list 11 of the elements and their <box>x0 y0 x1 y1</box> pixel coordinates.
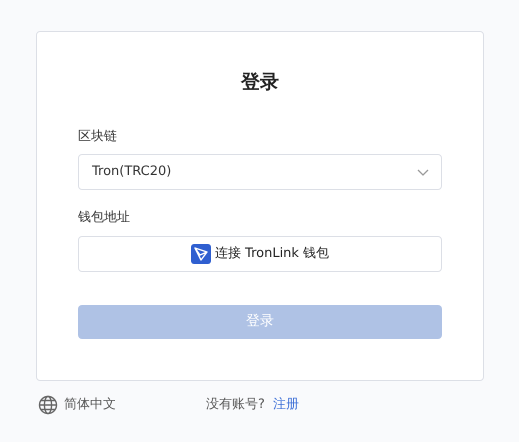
wallet-label: 钱包地址 <box>78 209 130 227</box>
chevron-down-icon <box>417 168 429 176</box>
globe-icon <box>38 394 58 414</box>
chain-select[interactable]: Tron(TRC20) <box>78 154 442 190</box>
wallet-logo-icon <box>190 244 211 264</box>
connect-wallet-button[interactable]: 连接 TronLink 钱包 <box>78 236 442 272</box>
register-link[interactable]: 注册 <box>272 394 299 414</box>
language-selector[interactable]: 简体中文 <box>64 394 116 414</box>
signup-prompt: 没有账号? <box>206 396 265 414</box>
chain-label: 区块链 <box>78 128 117 146</box>
login-title: 登录 <box>240 70 280 95</box>
